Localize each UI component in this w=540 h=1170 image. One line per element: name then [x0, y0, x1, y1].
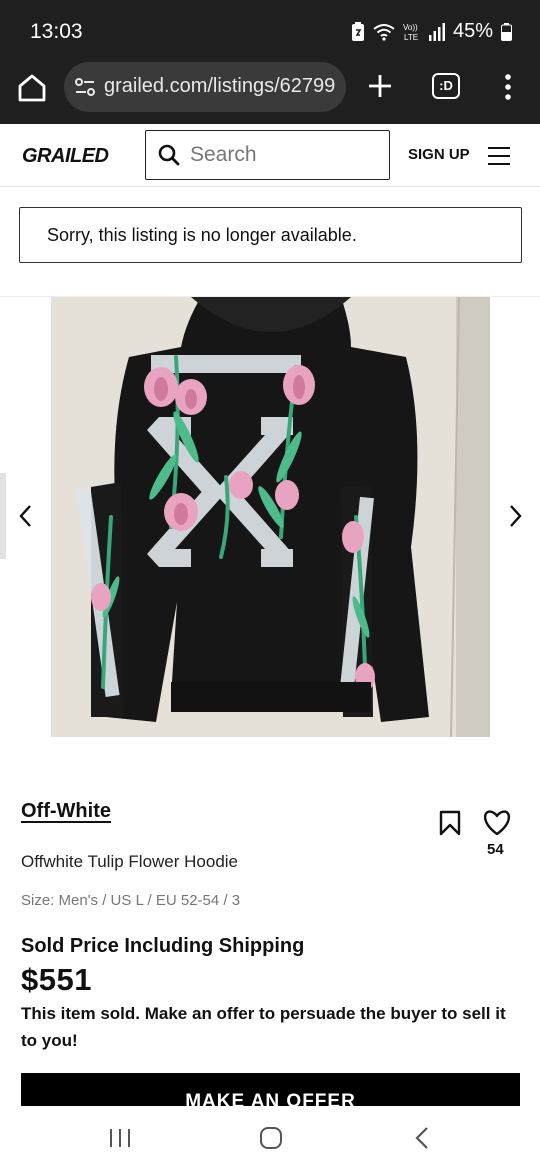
notice-text: Sorry, this listing is no longer availab… — [47, 225, 357, 245]
grailed-logo[interactable]: GRAILED — [22, 145, 109, 168]
heart-icon[interactable] — [482, 810, 512, 836]
listing-photo[interactable] — [51, 297, 490, 737]
status-icons: Vo)) LTE 45% — [351, 20, 512, 43]
wifi-icon — [373, 23, 395, 41]
unavailable-notice: Sorry, this listing is no longer availab… — [19, 207, 522, 263]
status-bar: 13:03 Vo)) LTE 45% — [0, 0, 540, 62]
sold-price: $551 — [21, 962, 92, 997]
browser-toolbar: grailed.com/listings/62799 :D — [0, 62, 540, 124]
size-info: Size: Men's / US L / EU 52-54 / 3 — [21, 892, 241, 909]
plus-icon[interactable] — [366, 72, 394, 100]
signal-icon — [428, 22, 445, 41]
home-icon[interactable] — [16, 72, 48, 104]
sold-message: This item sold. Make an offer to persuad… — [21, 1004, 506, 1050]
photo-gallery — [0, 297, 540, 737]
like-count: 54 — [487, 841, 504, 858]
address-bar[interactable]: grailed.com/listings/62799 — [64, 62, 346, 112]
home-nav-icon[interactable] — [259, 1126, 283, 1150]
status-time: 13:03 — [30, 20, 83, 43]
hamburger-menu-icon[interactable] — [487, 146, 511, 166]
svg-text:LTE: LTE — [404, 33, 418, 42]
tabs-icon[interactable]: :D — [432, 73, 460, 99]
more-vert-icon[interactable] — [500, 72, 516, 102]
volte-icon: Vo))LTE — [403, 23, 418, 42]
sign-up-link[interactable]: SIGN UP — [408, 146, 470, 163]
site-header: GRAILED SIGN UP — [0, 124, 540, 187]
next-photo-button[interactable] — [505, 501, 525, 531]
back-icon[interactable] — [414, 1126, 430, 1150]
svg-text:Vo)): Vo)) — [403, 23, 418, 32]
search-box[interactable] — [145, 130, 390, 180]
search-icon — [158, 144, 180, 166]
bookmark-icon[interactable] — [438, 810, 462, 836]
battery-icon — [501, 22, 512, 41]
data-saver-icon — [351, 21, 364, 41]
price-label: Sold Price Including Shipping — [21, 935, 305, 957]
url-text[interactable]: grailed.com/listings/62799 — [104, 75, 335, 98]
battery-percent: 45% — [452, 20, 493, 42]
tune-icon[interactable] — [74, 76, 96, 98]
system-nav-bar — [0, 1106, 540, 1170]
listing-title: Offwhite Tulip Flower Hoodie — [21, 852, 239, 871]
recents-icon[interactable] — [108, 1127, 132, 1149]
previous-photo-peek — [0, 473, 6, 559]
search-input[interactable] — [190, 141, 380, 169]
designer-link[interactable]: Off-White — [21, 800, 111, 823]
previous-photo-button[interactable] — [16, 501, 36, 531]
